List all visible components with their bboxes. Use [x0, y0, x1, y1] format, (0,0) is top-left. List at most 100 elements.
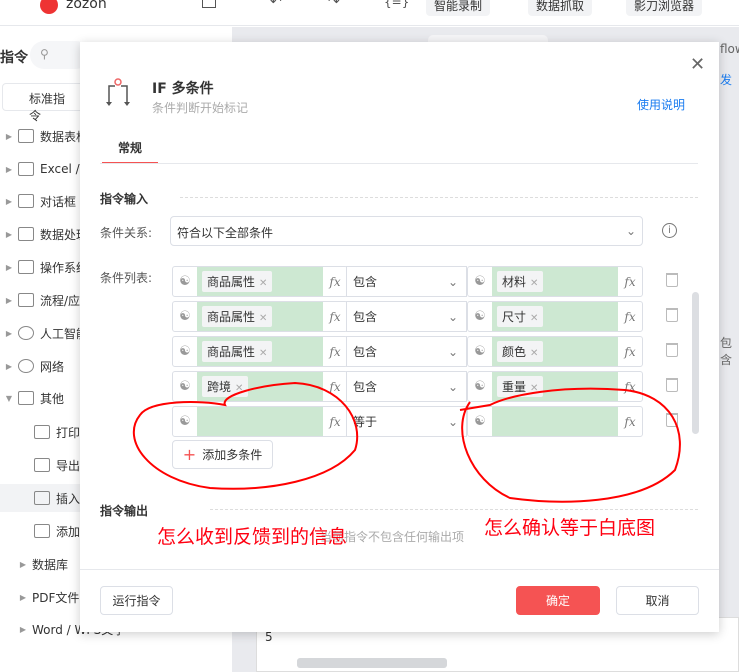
redo-icon[interactable]: ↷ [328, 0, 340, 10]
remove-tag-icon[interactable]: ✕ [259, 348, 267, 359]
smart-record-button[interactable]: 智能录制 [426, 0, 491, 16]
chevron-down-icon: ⌄ [447, 344, 458, 359]
variable-tag[interactable]: 材料 ✕ [497, 271, 544, 292]
operator-select[interactable]: 包含 ⌄ [346, 336, 467, 367]
fx-icon[interactable]: fx [323, 372, 347, 401]
close-icon[interactable]: ✕ [690, 54, 705, 75]
fx-icon[interactable]: fx [618, 337, 642, 366]
left-operand[interactable]: ☯ 跨境 ✕ fx [172, 371, 348, 402]
info-icon[interactable]: i [662, 223, 677, 238]
remove-tag-icon[interactable]: ✕ [530, 348, 538, 359]
scrollbar[interactable] [692, 292, 699, 434]
python-icon[interactable]: ☯ [173, 407, 197, 436]
tab-general[interactable]: 常规 [102, 139, 158, 164]
python-icon[interactable]: ☯ [173, 372, 197, 401]
data-scrape-button[interactable]: 数据抓取 [528, 0, 593, 16]
left-operand[interactable]: ☯ 商品属性 ✕ fx [172, 266, 348, 297]
remove-tag-icon[interactable]: ✕ [259, 313, 267, 324]
trash-icon[interactable] [666, 413, 678, 427]
python-icon[interactable]: ☯ [173, 267, 197, 296]
trash-icon[interactable] [666, 273, 678, 287]
trash-icon[interactable] [666, 308, 678, 322]
left-operand[interactable]: ☯ 商品属性 ✕ fx [172, 336, 348, 367]
item-label: 对话框 [40, 194, 77, 209]
python-icon[interactable]: ☯ [468, 372, 492, 401]
remove-tag-icon[interactable]: ✕ [530, 383, 538, 394]
operand-input[interactable]: 尺寸 ✕ [492, 302, 618, 331]
run-command-button[interactable]: 运行指令 [100, 586, 173, 615]
right-operand[interactable]: ☯ fx [467, 406, 643, 437]
variable-tag[interactable]: 商品属性 ✕ [202, 341, 273, 362]
undo-icon[interactable]: ↶ [270, 0, 282, 10]
horizontal-scrollbar[interactable] [297, 658, 447, 668]
right-operand[interactable]: ☯ 重量 ✕ fx [467, 371, 643, 402]
help-link[interactable]: 使用说明 [637, 96, 685, 113]
operand-input[interactable]: 商品属性 ✕ [197, 302, 323, 331]
operand-input[interactable]: 商品属性 ✕ [197, 267, 323, 296]
fx-icon[interactable]: fx [618, 302, 642, 331]
operand-input[interactable] [492, 407, 618, 436]
save-icon[interactable] [202, 0, 216, 8]
relation-select[interactable]: 符合以下全部条件 ⌄ [170, 216, 643, 246]
item-label: 添加 [56, 524, 81, 539]
share-icon [18, 359, 34, 373]
row-number: 5 [265, 630, 273, 644]
python-icon[interactable]: ☯ [468, 337, 492, 366]
input-section-title: 指令输入 [100, 192, 149, 206]
ok-button[interactable]: 确定 [516, 586, 600, 615]
operator-select[interactable]: 包含 ⌄ [346, 371, 467, 402]
tag-label: 尺寸 [502, 310, 527, 324]
trash-icon[interactable] [666, 343, 678, 357]
python-icon[interactable]: ☯ [468, 407, 492, 436]
remove-tag-icon[interactable]: ✕ [530, 278, 538, 289]
variable-tag[interactable]: 重量 ✕ [497, 376, 544, 397]
operand-input[interactable]: 重量 ✕ [492, 372, 618, 401]
condition-row: ☯ 商品属性 ✕ fx 包含 ⌄ ☯ 颜色 ✕ fx [172, 336, 678, 367]
divider [180, 197, 698, 198]
variable-tag[interactable]: 商品属性 ✕ [202, 271, 273, 292]
fx-icon[interactable]: fx [618, 407, 642, 436]
fx-icon[interactable]: fx [323, 337, 347, 366]
python-icon[interactable]: ☯ [173, 302, 197, 331]
variable-tag[interactable]: 商品属性 ✕ [202, 306, 273, 327]
operand-input[interactable]: 颜色 ✕ [492, 337, 618, 366]
item-label: PDF文件 [32, 590, 80, 605]
fx-icon[interactable]: fx [323, 302, 347, 331]
project-name[interactable]: zozon [66, 0, 107, 12]
python-icon[interactable]: ☯ [468, 267, 492, 296]
fx-icon[interactable]: fx [618, 372, 642, 401]
operand-input[interactable]: 跨境 ✕ [197, 372, 323, 401]
variable-icon[interactable]: {=} [384, 0, 409, 9]
fx-icon[interactable]: fx [618, 267, 642, 296]
variable-tag[interactable]: 尺寸 ✕ [497, 306, 544, 327]
python-icon[interactable]: ☯ [173, 337, 197, 366]
operator-select[interactable]: 包含 ⌄ [346, 266, 467, 297]
chevron-down-icon: ⌄ [447, 414, 458, 429]
right-operand[interactable]: ☯ 材料 ✕ fx [467, 266, 643, 297]
operator-select[interactable]: 等于 ⌄ [346, 406, 467, 437]
relation-value: 符合以下全部条件 [177, 226, 274, 240]
right-operand[interactable]: ☯ 颜色 ✕ fx [467, 336, 643, 367]
add-condition-button[interactable]: + 添加多条件 [172, 440, 273, 469]
browser-button[interactable]: 影刀浏览器 [626, 0, 703, 16]
fx-icon[interactable]: fx [323, 407, 347, 436]
remove-tag-icon[interactable]: ✕ [530, 313, 538, 324]
remove-tag-icon[interactable]: ✕ [259, 278, 267, 289]
fx-icon[interactable]: fx [323, 267, 347, 296]
operand-input[interactable]: 材料 ✕ [492, 267, 618, 296]
operand-input[interactable]: 商品属性 ✕ [197, 337, 323, 366]
python-icon[interactable]: ☯ [468, 302, 492, 331]
tag-label: 重量 [502, 380, 527, 394]
remove-tag-icon[interactable]: ✕ [235, 383, 243, 394]
variable-tag[interactable]: 颜色 ✕ [497, 341, 544, 362]
tag-label: 商品属性 [207, 275, 256, 289]
left-operand[interactable]: ☯ fx [172, 406, 348, 437]
operator-select[interactable]: 包含 ⌄ [346, 301, 467, 332]
left-operand[interactable]: ☯ 商品属性 ✕ fx [172, 301, 348, 332]
cancel-button[interactable]: 取消 [616, 586, 699, 615]
operand-input[interactable] [197, 407, 323, 436]
right-operand[interactable]: ☯ 尺寸 ✕ fx [467, 301, 643, 332]
variable-tag[interactable]: 跨境 ✕ [202, 376, 249, 397]
trash-icon[interactable] [666, 378, 678, 392]
item-label: Excel / [40, 162, 80, 176]
